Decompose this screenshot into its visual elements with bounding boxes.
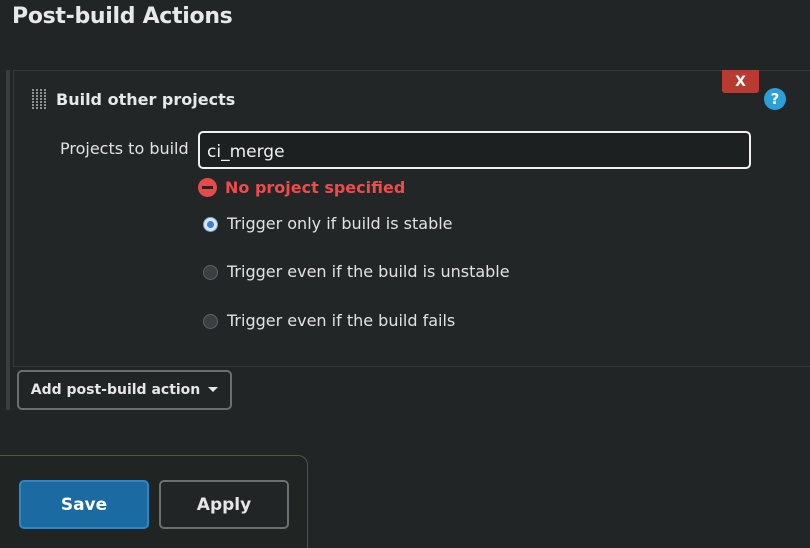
radio-trigger-fails[interactable]: Trigger even if the build fails xyxy=(203,311,455,330)
error-minus-icon xyxy=(198,177,217,197)
delete-step-button[interactable]: X xyxy=(722,70,759,93)
help-icon[interactable]: ? xyxy=(764,88,786,110)
radio-label: Trigger even if the build fails xyxy=(227,311,456,330)
apply-button[interactable]: Apply xyxy=(159,480,289,529)
save-button[interactable]: Save xyxy=(19,480,149,529)
projects-to-build-input[interactable] xyxy=(198,131,751,169)
add-post-build-action-button[interactable]: Add post-build action xyxy=(17,370,232,410)
projects-to-build-label: Projects to build xyxy=(60,139,189,158)
add-post-build-action-label: Add post-build action xyxy=(30,382,201,398)
validation-error: No project specified xyxy=(198,177,405,197)
radio-trigger-unstable[interactable]: Trigger even if the build is unstable xyxy=(203,262,510,281)
step-title: Build other projects xyxy=(56,90,236,109)
radio-button-checked[interactable] xyxy=(203,217,218,232)
radio-label: Trigger even if the build is unstable xyxy=(227,262,510,281)
radio-button[interactable] xyxy=(203,314,218,329)
radio-button[interactable] xyxy=(203,265,218,280)
jenkins-config-page: Post-build Actions Build other projects … xyxy=(0,0,810,548)
error-message: No project specified xyxy=(225,177,406,197)
radio-label: Trigger only if build is stable xyxy=(227,214,453,233)
drag-handle-icon[interactable] xyxy=(32,88,46,110)
section-title: Post-build Actions xyxy=(12,4,233,29)
section-bar xyxy=(6,70,10,410)
radio-trigger-stable[interactable]: Trigger only if build is stable xyxy=(203,214,453,233)
caret-down-icon xyxy=(208,386,219,392)
